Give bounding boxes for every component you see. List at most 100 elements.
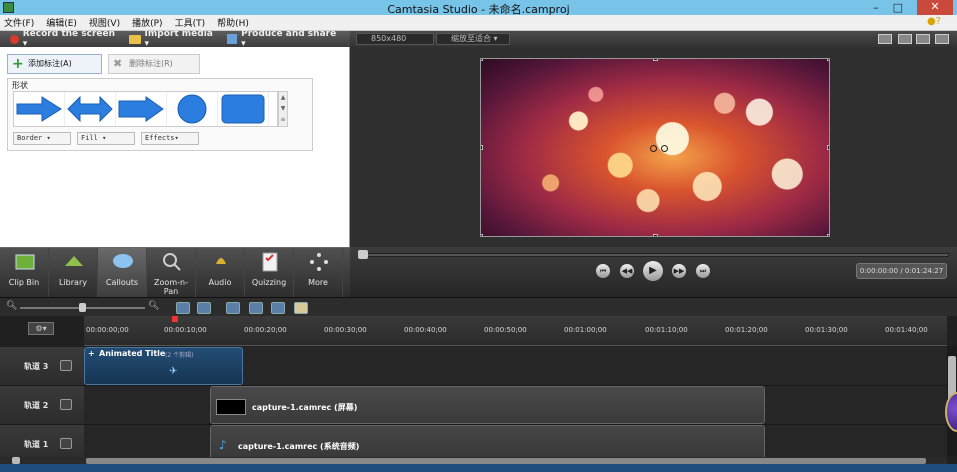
- menu-view[interactable]: 视图(V): [89, 16, 120, 29]
- expand-icon[interactable]: +: [88, 349, 95, 358]
- menu-help[interactable]: 帮助(H): [217, 16, 249, 29]
- detach-preview-icon[interactable]: [916, 34, 930, 44]
- seek-knob[interactable]: [358, 250, 368, 259]
- resize-handle[interactable]: [827, 59, 829, 61]
- zoom-out-icon[interactable]: 🔍︎: [6, 301, 17, 311]
- copy-icon[interactable]: [271, 302, 285, 314]
- menu-tools[interactable]: 工具(T): [175, 16, 206, 29]
- style-dropdowns: Border ▾ Fill ▾ Effects▾: [13, 132, 199, 145]
- tab-label: Library: [59, 278, 87, 287]
- effects-dropdown[interactable]: Effects▾: [141, 132, 199, 145]
- ruler-tick-label: 00:01:30;00: [805, 326, 848, 334]
- redo-icon[interactable]: [197, 302, 211, 314]
- ruler-tick-label: 00:00:30;00: [324, 326, 367, 334]
- track-header-2[interactable]: 轨道 2: [0, 386, 84, 425]
- import-media-button[interactable]: Import media ▾: [128, 29, 219, 49]
- time-ruler[interactable]: 00:00:00;00 00:00:10;00 00:00:20;00 00:0…: [84, 316, 947, 346]
- tab-clip-bin[interactable]: Clip Bin: [0, 248, 49, 298]
- seek-bar[interactable]: [358, 253, 949, 257]
- tab-audio[interactable]: Audio: [196, 248, 245, 298]
- resize-handle[interactable]: [827, 234, 829, 236]
- arrow-right-shape[interactable]: [14, 92, 65, 126]
- chevron-arrow-shape[interactable]: [116, 92, 167, 126]
- track-lock-icon[interactable]: [60, 438, 72, 449]
- menu-play[interactable]: 播放(P): [132, 16, 162, 29]
- tab-more[interactable]: More: [294, 248, 343, 298]
- border-label: Border ▾: [17, 134, 51, 142]
- next-clip-icon[interactable]: ⏭: [696, 264, 710, 278]
- track-row-2[interactable]: capture-1.camrec (屏幕): [84, 386, 947, 425]
- slider-knob[interactable]: [12, 457, 20, 464]
- track-lock-icon[interactable]: [60, 399, 72, 410]
- track-name: 轨道 3: [24, 362, 49, 371]
- rounded-rect-shape[interactable]: [218, 92, 269, 126]
- tab-quizzing[interactable]: Quizzing: [245, 248, 294, 298]
- center-handle[interactable]: [661, 145, 668, 152]
- fullscreen-icon[interactable]: [935, 34, 949, 44]
- preview-option-icon[interactable]: [878, 34, 892, 44]
- ruler-tick-label: 00:01:40;00: [885, 326, 928, 334]
- tab-label: More: [308, 278, 328, 287]
- produce-label: Produce and share ▾: [241, 29, 337, 49]
- rotation-handle[interactable]: [650, 145, 657, 152]
- zoom-slider-knob[interactable]: [79, 303, 86, 312]
- timeline-settings-gear-icon[interactable]: ⚙▾: [28, 322, 54, 335]
- maximize-button[interactable]: □: [893, 1, 903, 15]
- tab-callouts[interactable]: Callouts: [98, 248, 147, 298]
- resize-handle[interactable]: [653, 234, 658, 236]
- fill-dropdown[interactable]: Fill ▾: [77, 132, 135, 145]
- menu-file[interactable]: 文件(F): [4, 16, 34, 29]
- preview-settings-icon[interactable]: [898, 34, 912, 44]
- produce-share-button[interactable]: Produce and share ▾: [227, 29, 341, 49]
- animated-title-clip[interactable]: + Animated Title (2 个剪辑) ✈: [84, 347, 243, 385]
- tab-label: Zoom-n-Pan: [154, 278, 188, 296]
- record-icon: [10, 34, 19, 44]
- shapes-scrollbar[interactable]: ▲ ▼ ≡: [278, 91, 288, 127]
- tab-zoom-n-pan[interactable]: Zoom-n-Pan: [147, 248, 196, 298]
- music-note-icon: ♪: [219, 438, 227, 452]
- cut-icon[interactable]: [226, 302, 240, 314]
- track-height-slider[interactable]: [0, 457, 84, 464]
- previous-clip-icon[interactable]: ⏮: [596, 264, 610, 278]
- resize-handle[interactable]: [827, 145, 829, 150]
- zoom-in-icon[interactable]: 🔍︎: [148, 301, 159, 311]
- ruler-tick-label: 00:00:20;00: [244, 326, 287, 334]
- screen-video-clip[interactable]: capture-1.camrec (屏幕): [210, 386, 765, 424]
- paste-icon[interactable]: [294, 302, 308, 314]
- undo-icon[interactable]: [176, 302, 190, 314]
- quizzing-icon: [262, 252, 278, 272]
- track-header-3[interactable]: 轨道 3: [0, 347, 84, 386]
- delete-callout-button[interactable]: ✖ 删除标注(R): [108, 54, 200, 74]
- close-button[interactable]: ✕: [917, 0, 953, 15]
- menu-edit[interactable]: 编辑(E): [46, 16, 77, 29]
- playhead[interactable]: [172, 316, 178, 322]
- title-bar: Camtasia Studio - 未命名.camproj – □ ✕: [0, 0, 957, 16]
- tab-library[interactable]: Library: [49, 248, 98, 298]
- double-arrow-shape[interactable]: [65, 92, 116, 126]
- rewind-icon[interactable]: ◀◀: [620, 264, 634, 278]
- zoom-fit-dropdown[interactable]: 缩放至适合 ▾: [436, 33, 510, 45]
- play-icon[interactable]: ▶: [643, 261, 663, 281]
- dimensions-dropdown[interactable]: 850x480: [356, 33, 434, 45]
- resize-handle[interactable]: [653, 59, 658, 61]
- preview-canvas[interactable]: [480, 58, 830, 237]
- fast-forward-icon[interactable]: ▶▶: [672, 264, 686, 278]
- help-bulb-icon[interactable]: ●?: [927, 16, 941, 27]
- border-dropdown[interactable]: Border ▾: [13, 132, 71, 145]
- track-lock-icon[interactable]: [60, 360, 72, 371]
- minimize-button[interactable]: –: [873, 1, 879, 15]
- time-display: 0:00:00:00 / 0:01:24:27: [856, 263, 947, 279]
- ruler-tick-label: 00:01:10;00: [645, 326, 688, 334]
- circle-shape[interactable]: [167, 92, 218, 126]
- split-icon[interactable]: [249, 302, 263, 314]
- resize-handle[interactable]: [481, 59, 483, 61]
- track-row-3[interactable]: + Animated Title (2 个剪辑) ✈: [84, 347, 947, 386]
- resize-handle[interactable]: [481, 234, 483, 236]
- add-callout-label: 添加标注(A): [28, 59, 72, 68]
- add-callout-button[interactable]: + 添加标注(A): [7, 54, 102, 74]
- resize-handle[interactable]: [481, 145, 483, 150]
- record-screen-button[interactable]: Record the screen ▾: [10, 29, 120, 49]
- fill-label: Fill ▾: [81, 134, 107, 142]
- track-name: 轨道 2: [24, 401, 49, 410]
- clip-bin-icon: [15, 254, 35, 270]
